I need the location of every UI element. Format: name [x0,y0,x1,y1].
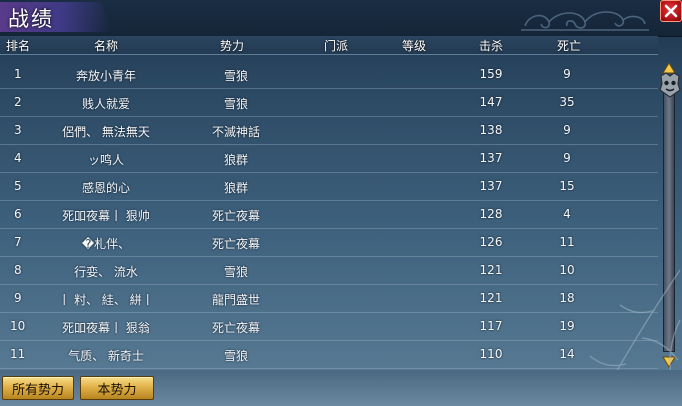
table-row[interactable]: 6 死吅夜幕丨 狠帅 死亡夜幕 128 4 [0,200,658,229]
table-row[interactable]: 7 �札伴、 死亡夜幕 126 11 [0,228,658,257]
header-faction[interactable]: 势力 [220,37,244,54]
ornament-thumb-icon[interactable] [658,72,682,98]
rank-cell: 4 [14,151,22,165]
rank-cell: 11 [10,347,26,361]
faction-cell: 龍門盛世 [211,293,261,307]
faction-cell: 不滅神話 [211,125,261,139]
name-cell: 侶們、 無法無天 [62,125,150,139]
header-level[interactable]: 等级 [402,37,426,54]
rank-cell: 5 [14,179,22,193]
header-deaths[interactable]: 死亡 [557,37,581,54]
kills-cell: 159 [479,67,503,81]
name-cell: 死吅夜幕丨 狠翁 [62,321,150,335]
faction-cell: 狼群 [223,153,249,167]
faction-cell: 雪狼 [223,97,249,111]
faction-cell: 狼群 [223,181,249,195]
header-rank[interactable]: 排名 [6,37,30,54]
kills-cell: 138 [479,123,503,137]
tab-own-faction[interactable]: 本势力 [80,376,154,400]
kills-cell: 128 [479,207,503,221]
rank-cell: 6 [14,207,22,221]
deaths-cell: 4 [563,207,571,221]
name-cell: 丨 籿、 絓、 絣丨 [58,293,154,307]
header-name[interactable]: 名称 [94,37,118,54]
rank-cell: 10 [10,319,26,333]
faction-cell: 雪狼 [223,69,249,83]
deaths-cell: 9 [563,67,571,81]
window-title: 战绩 [8,7,54,31]
name-cell: 死吅夜幕丨 狠帅 [62,209,150,223]
kills-cell: 137 [479,151,503,165]
rank-cell: 3 [14,123,22,137]
table-row[interactable]: 4 ッ鸣人 狼群 137 9 [0,144,658,173]
faction-cell: 死亡夜幕 [211,209,261,223]
deaths-cell: 11 [559,235,575,249]
table-row[interactable]: 1 奔放小青年 雪狼 159 9 [0,60,658,89]
name-cell: 贱人就爱 [81,97,131,111]
table-row[interactable]: 3 侶們、 無法無天 不滅神話 138 9 [0,116,658,145]
kills-cell: 121 [479,291,503,305]
kills-cell: 110 [479,347,503,361]
faction-cell: 雪狼 [223,349,249,363]
faction-cell: 死亡夜幕 [211,237,261,251]
name-cell: 奔放小青年 [75,69,137,83]
kills-cell: 117 [479,319,503,333]
header-sect[interactable]: 门派 [324,37,348,54]
close-icon [664,4,678,18]
kills-cell: 147 [479,95,503,109]
kills-cell: 121 [479,263,503,277]
rank-cell: 7 [14,235,22,249]
tab-all-factions[interactable]: 所有势力 [2,376,74,400]
faction-cell: 死亡夜幕 [211,321,261,335]
deaths-cell: 9 [563,123,571,137]
battle-record-panel: 战绩 排名 名称 势力 门派 等级 击杀 死亡 1 奔放小青年 雪狼 159 9… [0,0,682,406]
name-cell: 感恩的心 [81,181,131,195]
kills-cell: 126 [479,235,503,249]
name-cell: �札伴、 [81,237,131,251]
rank-cell: 8 [14,263,22,277]
rank-cell: 1 [14,67,22,81]
deaths-cell: 35 [559,95,575,109]
table-row[interactable]: 5 感恩的心 狼群 137 15 [0,172,658,201]
name-cell: 气质、 新奇士 [68,349,144,363]
name-cell: 行娈、 流水 [74,265,138,279]
rank-cell: 9 [14,291,22,305]
faction-cell: 雪狼 [223,265,249,279]
deaths-cell: 9 [563,151,571,165]
rank-cell: 2 [14,95,22,109]
name-cell: ッ鸣人 [87,153,125,167]
cloud-ornament-icon [521,11,649,31]
bottom-bar: 所有势力 本势力 [0,370,682,406]
title-bar: 战绩 [0,0,682,37]
table-row[interactable]: 2 贱人就爱 雪狼 147 35 [0,88,658,117]
kills-cell: 137 [479,179,503,193]
header-kills[interactable]: 击杀 [479,37,503,54]
deaths-cell: 15 [559,179,575,193]
table-header: 排名 名称 势力 门派 等级 击杀 死亡 [0,36,658,55]
close-button[interactable] [660,0,682,22]
